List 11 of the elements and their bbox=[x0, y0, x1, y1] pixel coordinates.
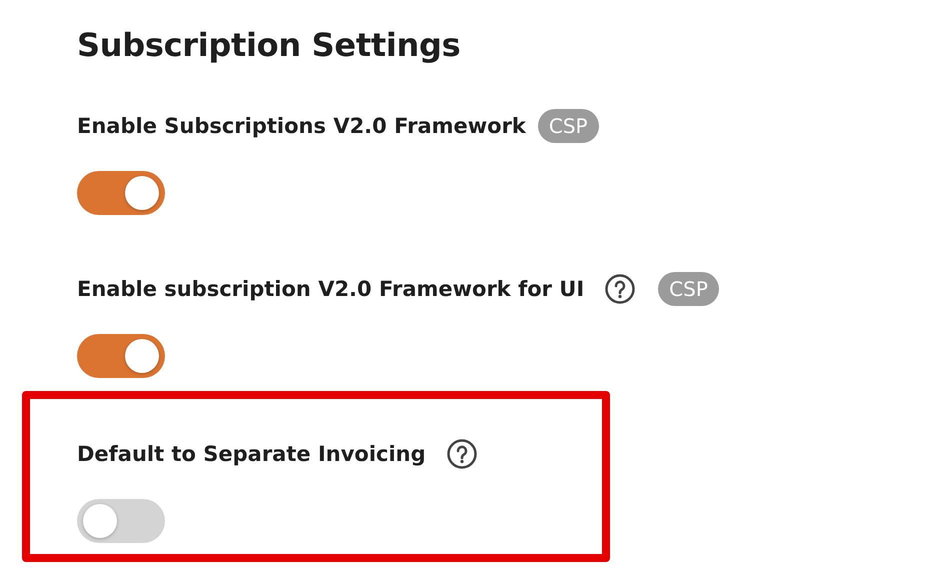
toggle-switch[interactable] bbox=[77, 171, 165, 215]
setting-label: Enable Subscriptions V2.0 Framework bbox=[77, 114, 526, 138]
toggle-switch[interactable] bbox=[77, 499, 165, 543]
section-title: Subscription Settings bbox=[77, 25, 462, 66]
setting-label: Default to Separate Invoicing bbox=[77, 442, 426, 466]
help-icon[interactable] bbox=[604, 273, 636, 305]
setting-label: Enable subscription V2.0 Framework for UI bbox=[77, 277, 584, 301]
help-icon[interactable] bbox=[446, 438, 478, 470]
csp-badge: CSP bbox=[538, 109, 599, 143]
toggle-switch[interactable] bbox=[77, 334, 165, 378]
csp-badge: CSP bbox=[658, 272, 719, 306]
